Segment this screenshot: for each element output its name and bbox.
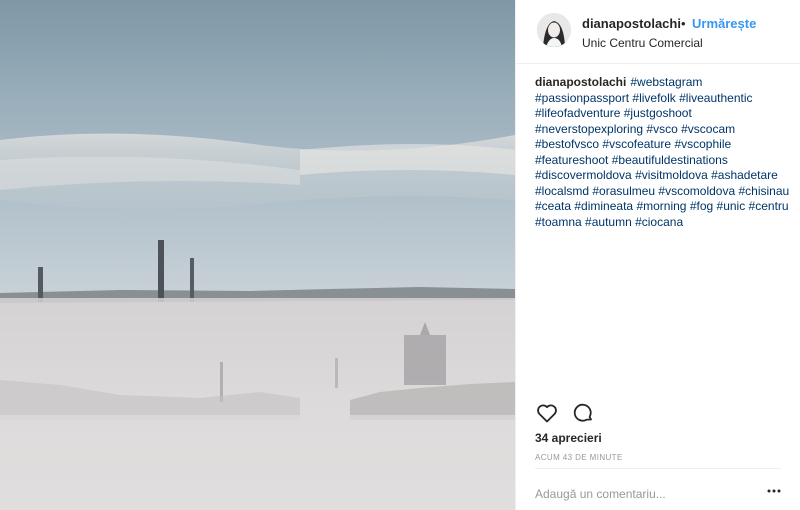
username-link[interactable]: dianapostolachi xyxy=(582,16,681,31)
divider xyxy=(535,468,781,469)
instagram-post: dianapostolachi • Urmărește Unic Centru … xyxy=(0,0,800,510)
caption-author-link[interactable]: dianapostolachi xyxy=(535,75,626,89)
hashtag-link[interactable]: #liveauthentic xyxy=(679,91,752,105)
hashtag-link[interactable]: #vscomoldova xyxy=(658,184,735,198)
hashtag-link[interactable]: #centru xyxy=(749,199,789,213)
hashtag-link[interactable]: #vscofeature xyxy=(602,137,671,151)
hashtag-link[interactable]: #dimineata xyxy=(574,199,633,213)
hashtag-link[interactable]: #discovermoldova xyxy=(535,168,632,182)
hashtag-link[interactable]: #orasulmeu xyxy=(592,184,655,198)
post-photo[interactable] xyxy=(0,0,515,510)
hashtag-link[interactable]: #ceata xyxy=(535,199,571,213)
avatar-image-icon xyxy=(537,13,571,47)
hashtag-link[interactable]: #vsco xyxy=(646,122,677,136)
action-bar xyxy=(535,401,595,425)
follow-button[interactable]: Urmărește xyxy=(692,16,756,31)
more-options-icon[interactable] xyxy=(766,482,782,500)
hashtag-link[interactable]: #ashadetare xyxy=(711,168,778,182)
hashtag-link[interactable]: #featureshoot xyxy=(535,153,608,167)
location-link[interactable]: Unic Centru Comercial xyxy=(582,36,703,50)
hashtag-link[interactable]: #webstagram xyxy=(630,75,702,89)
post-sidebar: dianapostolachi • Urmărește Unic Centru … xyxy=(515,0,800,510)
hashtag-link[interactable]: #lifeofadventure xyxy=(535,106,620,120)
hashtag-link[interactable]: #autumn xyxy=(585,215,632,229)
hashtag-link[interactable]: #morning xyxy=(636,199,686,213)
hashtag-link[interactable]: #livefolk xyxy=(632,91,675,105)
avatar[interactable] xyxy=(537,13,571,47)
separator-dot: • xyxy=(681,16,686,31)
likes-count[interactable]: 34 aprecieri xyxy=(535,431,602,445)
hashtag-link[interactable]: #localsmd xyxy=(535,184,589,198)
post-header: dianapostolachi • Urmărește Unic Centru … xyxy=(516,0,800,64)
hashtag-list: #webstagram #passionpassport #livefolk #… xyxy=(535,75,789,229)
foggy-city-photo xyxy=(0,133,515,510)
hashtag-link[interactable]: #passionpassport xyxy=(535,91,629,105)
comment-input[interactable] xyxy=(535,486,755,502)
hashtag-link[interactable]: #bestofvsco xyxy=(535,137,599,151)
hashtag-link[interactable]: #unic xyxy=(717,199,746,213)
hashtag-link[interactable]: #visitmoldova xyxy=(635,168,708,182)
hashtag-link[interactable]: #chisinau xyxy=(738,184,789,198)
hashtag-link[interactable]: #justgoshoot xyxy=(624,106,692,120)
post-caption: dianapostolachi #webstagram #passionpassp… xyxy=(535,75,790,230)
hashtag-link[interactable]: #ciocana xyxy=(635,215,683,229)
comment-bubble-icon[interactable] xyxy=(571,401,595,425)
hashtag-link[interactable]: #vscophile xyxy=(674,137,731,151)
hashtag-link[interactable]: #beautifuldestinations xyxy=(612,153,728,167)
hashtag-link[interactable]: #vscocam xyxy=(681,122,735,136)
hashtag-link[interactable]: #fog xyxy=(690,199,713,213)
hashtag-link[interactable]: #toamna xyxy=(535,215,582,229)
heart-icon[interactable] xyxy=(535,401,559,425)
hashtag-link[interactable]: #neverstopexploring xyxy=(535,122,643,136)
post-timestamp: ACUM 43 DE MINUTE xyxy=(535,453,623,462)
